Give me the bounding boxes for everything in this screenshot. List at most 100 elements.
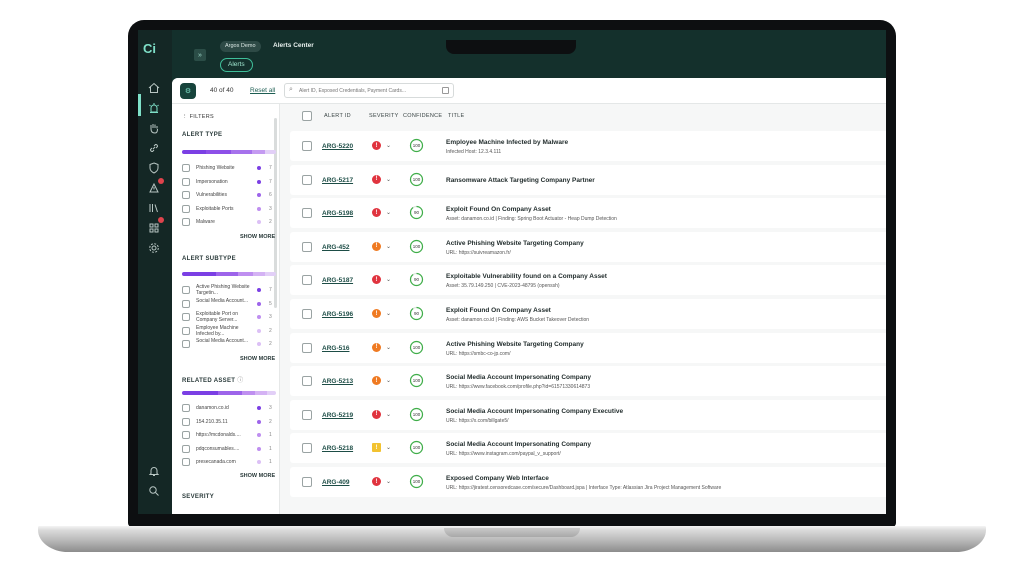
expand-sidebar-button[interactable]: » — [194, 49, 206, 61]
filter-checkbox[interactable] — [182, 177, 190, 186]
filter-checkbox[interactable] — [182, 458, 190, 466]
table-row[interactable]: ARG-5219! ⌄ 100 Social Media Account Impers… — [290, 399, 886, 430]
alert-title[interactable]: Social Media Account Impersonating Compa… — [446, 374, 591, 381]
alert-title[interactable]: Social Media Account Impersonating Compa… — [446, 441, 591, 448]
search-icon[interactable] — [147, 484, 161, 498]
filter-option[interactable]: Exploitable Port on Company Server... 3 — [182, 311, 278, 323]
chevron-down-icon[interactable]: ⌄ — [386, 276, 391, 283]
col-confidence[interactable]: CONFIDENCE — [403, 113, 442, 119]
apps-grid-icon[interactable] — [147, 221, 161, 235]
row-checkbox[interactable] — [302, 141, 312, 151]
alerts-siren-icon[interactable] — [147, 101, 161, 115]
alert-id-link[interactable]: ARG-5219 — [322, 412, 353, 419]
alert-title[interactable]: Ransomware Attack Targeting Company Part… — [446, 177, 595, 184]
filter-checkbox[interactable] — [182, 340, 190, 348]
filter-option[interactable]: pdqconsumables.... 1 — [182, 444, 278, 454]
gear-icon[interactable] — [147, 241, 161, 255]
filter-checkbox[interactable] — [182, 164, 190, 172]
related-asset-show-more[interactable]: SHOW MORE — [240, 473, 275, 479]
chevron-down-icon[interactable]: ⌄ — [386, 344, 391, 351]
alert-id-link[interactable]: ARG-5196 — [322, 311, 353, 318]
filter-option[interactable]: Phishing Website 7 — [182, 163, 278, 173]
bell-icon[interactable] — [147, 464, 161, 478]
alert-title[interactable]: Employee Machine Infected by Malware — [446, 139, 568, 146]
alert-id-link[interactable]: ARG-5220 — [322, 143, 353, 150]
alert-id-link[interactable]: ARG-5217 — [322, 177, 353, 184]
filter-option[interactable]: https://mcdonalds.... 1 — [182, 430, 278, 440]
alert-title[interactable]: Exploitable Vulnerability found on a Com… — [446, 273, 607, 280]
alert-id-link[interactable]: ARG-409 — [322, 479, 349, 486]
tab-alerts[interactable]: Alerts — [220, 58, 253, 72]
chevron-down-icon[interactable]: ⌄ — [386, 478, 391, 485]
row-checkbox[interactable] — [302, 342, 312, 353]
filter-checkbox[interactable] — [182, 204, 190, 213]
alert-id-link[interactable]: ARG-452 — [322, 244, 349, 251]
chevron-down-icon[interactable]: ⌄ — [386, 243, 391, 250]
select-all-checkbox[interactable] — [302, 111, 312, 121]
alert-id-link[interactable]: ARG-5213 — [322, 378, 353, 385]
hand-icon[interactable] — [147, 121, 161, 135]
filter-checkbox[interactable] — [182, 417, 190, 426]
filter-option[interactable]: Social Media Account... 2 — [182, 338, 278, 349]
row-checkbox[interactable] — [302, 409, 312, 420]
chevron-down-icon[interactable]: ⌄ — [386, 176, 391, 183]
chevron-down-icon[interactable]: ⌄ — [386, 209, 391, 216]
filter-option[interactable]: Active Phishing Website Targetin... 7 — [182, 284, 278, 296]
table-row[interactable]: ARG-516! ⌄ 100 Active Phishing Website Targ… — [290, 332, 886, 363]
table-row[interactable]: ARG-5198! ⌄ 90 Exploit Found On Company Ass… — [290, 198, 886, 229]
table-row[interactable]: ARG-409! ⌄ 100 Exposed Company Web Interfac… — [290, 467, 886, 497]
filter-checkbox[interactable] — [182, 431, 190, 439]
alert-title[interactable]: Active Phishing Website Targeting Compan… — [446, 341, 584, 348]
reset-all-link[interactable]: Reset all — [250, 87, 275, 94]
filter-checkbox[interactable] — [182, 286, 190, 294]
library-icon[interactable] — [147, 201, 161, 215]
table-row[interactable]: ARG-452! ⌄ 100 Active Phishing Website Targ… — [290, 231, 886, 262]
col-severity[interactable]: SEVERITY — [369, 113, 399, 119]
filter-option[interactable]: presecanada.com 1 — [182, 457, 278, 467]
chevron-down-icon[interactable]: ⌄ — [386, 310, 391, 317]
alert-title[interactable]: Active Phishing Website Targeting Compan… — [446, 240, 584, 247]
row-checkbox[interactable] — [302, 174, 312, 185]
info-icon[interactable]: ⓘ — [237, 378, 243, 384]
link-icon[interactable] — [147, 141, 161, 155]
row-checkbox[interactable] — [302, 275, 312, 286]
row-checkbox[interactable] — [302, 309, 312, 319]
filter-checkbox[interactable] — [182, 299, 190, 308]
chevron-down-icon[interactable]: ⌄ — [386, 444, 391, 451]
table-row[interactable]: ARG-5213! ⌄ 100 Social Media Account Impers… — [290, 366, 886, 397]
chevron-down-icon[interactable]: ⌄ — [386, 411, 391, 418]
alert-id-link[interactable]: ARG-516 — [322, 345, 349, 352]
filter-option[interactable]: Malware 2 — [182, 217, 278, 227]
filter-option[interactable]: Impersonation 7 — [182, 177, 278, 187]
search-input[interactable] — [299, 85, 434, 96]
table-row[interactable]: ARG-5196! ⌄ 90 Exploit Found On Company Ass… — [290, 299, 886, 329]
table-row[interactable]: ARG-5187! ⌄ 90 Exploitable Vulnerability fo… — [290, 265, 886, 296]
filter-checkbox[interactable] — [182, 404, 190, 412]
filter-checkbox[interactable] — [182, 218, 190, 226]
filter-checkbox[interactable] — [182, 313, 190, 321]
shield-icon[interactable] — [147, 161, 161, 175]
col-title[interactable]: TITLE — [448, 113, 464, 119]
alert-id-link[interactable]: ARG-5218 — [322, 445, 353, 452]
row-checkbox[interactable] — [302, 241, 312, 252]
filter-option[interactable]: Exploitable Ports 3 — [182, 204, 278, 214]
alert-title[interactable]: Social Media Account Impersonating Compa… — [446, 408, 623, 415]
filter-option[interactable]: Social Media Account... 5 — [182, 298, 278, 309]
row-checkbox[interactable] — [302, 443, 312, 454]
filter-checkbox[interactable] — [182, 444, 190, 453]
alert-type-show-more[interactable]: SHOW MORE — [240, 234, 275, 240]
filter-checkbox[interactable] — [182, 326, 190, 335]
col-alert-id[interactable]: ALERT ID — [324, 113, 351, 119]
chevron-down-icon[interactable]: ⌄ — [386, 377, 391, 384]
row-checkbox[interactable] — [302, 208, 312, 219]
filter-option[interactable]: 154.210.35.11 2 — [182, 417, 278, 427]
search-box[interactable]: ⌕ — [284, 83, 454, 98]
table-row[interactable]: ARG-5217! ⌄ 100 Ransomware Attack Targeting… — [290, 164, 886, 195]
row-checkbox[interactable] — [302, 376, 312, 387]
filter-toggle-button[interactable]: ⚙ — [180, 83, 196, 99]
row-checkbox[interactable] — [302, 477, 312, 487]
filter-checkbox[interactable] — [182, 191, 190, 199]
filter-option[interactable]: danamon.co.id 3 — [182, 403, 278, 413]
filter-option[interactable]: Vulnerabilities 6 — [182, 190, 278, 200]
alert-id-link[interactable]: ARG-5187 — [322, 277, 353, 284]
